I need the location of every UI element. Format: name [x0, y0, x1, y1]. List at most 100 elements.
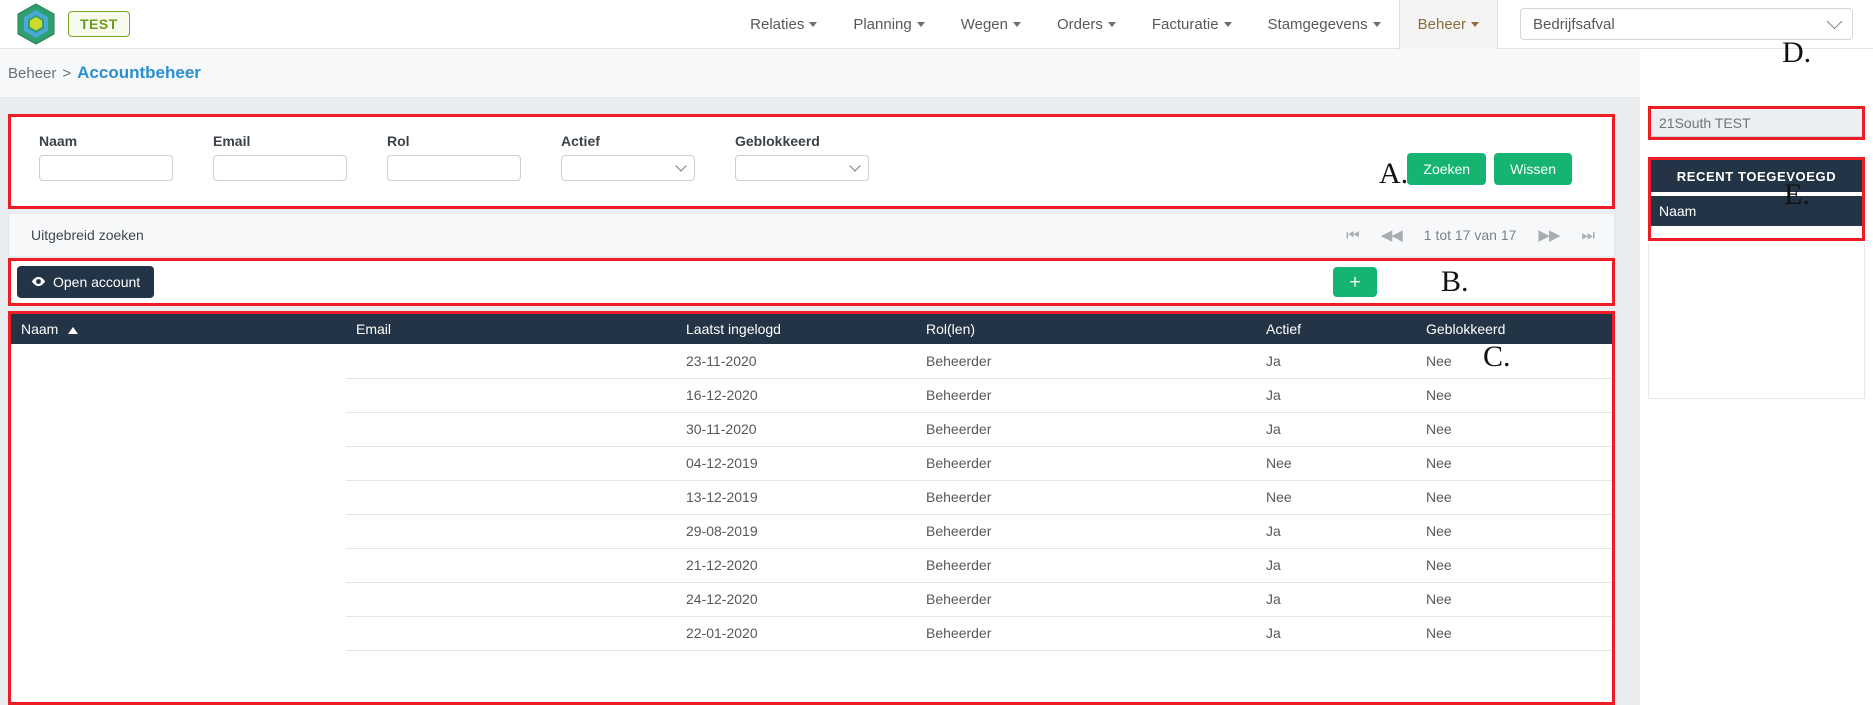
annotation-marker-a: A. [1379, 157, 1409, 190]
cell-rollen: Beheerder [916, 412, 1256, 447]
column-header-laatst-ingelogd[interactable]: Laatst ingelogd [676, 314, 916, 344]
cell-actief: Ja [1256, 514, 1416, 549]
filter-select-actief[interactable] [561, 155, 695, 181]
column-header-geblokkeerd[interactable]: Geblokkeerd [1416, 314, 1612, 344]
column-header-naam[interactable]: Naam [11, 314, 346, 344]
cell-naam [11, 582, 346, 616]
cell-email [346, 412, 676, 447]
add-account-button[interactable]: + [1333, 267, 1377, 297]
top-navigation-bar: TEST Relaties Planning Wegen Orders Fact… [0, 0, 1873, 49]
chevron-down-icon [809, 21, 818, 27]
cell-laatst-ingelogd: 30-11-2020 [676, 412, 916, 447]
clear-button[interactable]: Wissen [1494, 153, 1572, 185]
filter-label-geblokkeerd: Geblokkeerd [735, 133, 820, 149]
cell-geblokkeerd: Nee [1416, 378, 1612, 413]
table-header: Naam Email Laatst ingelogd Rol(len) Acti… [11, 314, 1612, 344]
pagination-next-icon[interactable]: ▶▶ [1538, 226, 1560, 244]
brand-area: TEST [0, 3, 130, 45]
filter-field-actief: Actief [561, 133, 695, 181]
table-row[interactable]: 29-08-2019 Beheerder Ja Nee [11, 514, 1612, 549]
pagination: ⏮ ◀◀ 1 tot 17 van 17 ▶▶ ⏭ [1346, 226, 1595, 245]
app-logo-icon[interactable] [16, 3, 56, 45]
table-row[interactable]: 24-12-2020 Beheerder Ja Nee [11, 582, 1612, 617]
open-account-button[interactable]: Open account [17, 266, 155, 298]
table-row[interactable]: 22-01-2020 Beheerder Ja Nee [11, 616, 1612, 651]
nav-item-beheer[interactable]: Beheer [1398, 0, 1498, 49]
nav-item-stamgegevens[interactable]: Stamgegevens [1250, 0, 1399, 49]
annotation-marker-d: D. [1782, 36, 1812, 69]
annotation-marker-c: C. [1483, 340, 1511, 373]
filter-label-rol: Rol [387, 133, 410, 149]
column-header-rollen[interactable]: Rol(len) [916, 314, 1256, 344]
column-header-email[interactable]: Email [346, 314, 676, 344]
cell-actief: Ja [1256, 548, 1416, 583]
filter-label-email: Email [213, 133, 251, 149]
search-button[interactable]: Zoeken [1407, 153, 1487, 185]
cell-email [346, 616, 676, 651]
filter-input-naam[interactable] [39, 155, 173, 181]
column-header-label: Naam [21, 321, 59, 337]
accounts-table: Naam Email Laatst ingelogd Rol(len) Acti… [11, 314, 1612, 651]
nav-item-orders[interactable]: Orders [1039, 0, 1134, 49]
cell-actief: Nee [1256, 480, 1416, 515]
pagination-first-icon[interactable]: ⏮ [1346, 227, 1359, 244]
breadcrumb-separator: > [62, 64, 72, 82]
cell-actief: Ja [1256, 344, 1416, 379]
chevron-down-icon [1223, 21, 1232, 27]
cell-rollen: Beheerder [916, 582, 1256, 617]
table-row[interactable]: 16-12-2020 Beheerder Ja Nee [11, 378, 1612, 413]
breadcrumb-root[interactable]: Beheer [8, 65, 56, 82]
chevron-down-icon [1013, 21, 1021, 27]
cell-actief: Ja [1256, 616, 1416, 651]
cell-laatst-ingelogd: 21-12-2020 [676, 548, 916, 583]
cell-naam [11, 514, 346, 548]
filter-input-rol[interactable] [387, 155, 521, 181]
pagination-last-icon[interactable]: ⏭ [1581, 227, 1594, 244]
filter-panel: Naam Email Rol Actief Geblokkeerd A. Zoe… [8, 114, 1615, 209]
cell-rollen: Beheerder [916, 514, 1256, 549]
cell-laatst-ingelogd: 13-12-2019 [676, 480, 916, 515]
cell-naam [11, 616, 346, 650]
nav-item-facturatie[interactable]: Facturatie [1134, 0, 1250, 49]
filter-actions: Zoeken Wissen [1407, 153, 1572, 185]
breadcrumb-right-spacer [1640, 49, 1873, 98]
cell-rollen: Beheerder [916, 446, 1256, 481]
cell-geblokkeerd: Nee [1416, 514, 1612, 549]
nav-item-label: Beheer [1417, 15, 1466, 33]
table-row[interactable]: 23-11-2020 Beheerder Ja Nee [11, 344, 1612, 379]
nav-item-relaties[interactable]: Relaties [732, 0, 835, 49]
cell-rollen: Beheerder [916, 616, 1256, 651]
recent-added-list [1651, 226, 1862, 238]
filter-input-email[interactable] [213, 155, 347, 181]
chevron-down-icon [1826, 13, 1843, 30]
nav-item-label: Relaties [750, 15, 805, 33]
table-row[interactable]: 21-12-2020 Beheerder Ja Nee [11, 548, 1612, 583]
cell-rollen: Beheerder [916, 480, 1256, 515]
main-menu: Relaties Planning Wegen Orders Facturati… [732, 0, 1498, 49]
cell-geblokkeerd: Nee [1416, 548, 1612, 583]
pagination-prev-icon[interactable]: ◀◀ [1381, 226, 1403, 244]
cell-rollen: Beheerder [916, 548, 1256, 583]
sidebar-search-field[interactable]: 21South TEST [1648, 106, 1865, 140]
table-row[interactable]: 30-11-2020 Beheerder Ja Nee [11, 412, 1612, 447]
table-row[interactable]: 13-12-2019 Beheerder Nee Nee [11, 480, 1612, 515]
main-content: Naam Email Rol Actief Geblokkeerd A. Zoe… [0, 98, 1640, 705]
nav-item-planning[interactable]: Planning [835, 0, 942, 49]
cell-laatst-ingelogd: 04-12-2019 [676, 446, 916, 481]
cell-naam [11, 378, 346, 412]
chevron-down-icon [1372, 21, 1381, 27]
filter-fields: Naam Email Rol Actief Geblokkeerd [39, 133, 909, 181]
app-root: TEST Relaties Planning Wegen Orders Fact… [0, 0, 1873, 705]
column-header-actief[interactable]: Actief [1256, 314, 1416, 344]
advanced-search-bar: Uitgebreid zoeken ⏮ ◀◀ 1 tot 17 van 17 ▶… [8, 214, 1615, 256]
filter-select-geblokkeerd[interactable] [735, 155, 869, 181]
recent-added-panel: RECENT TOEGEVOEGD Naam [1648, 157, 1865, 241]
nav-item-wegen[interactable]: Wegen [943, 0, 1039, 49]
cell-actief: Nee [1256, 446, 1416, 481]
cell-email [346, 344, 676, 379]
cell-laatst-ingelogd: 29-08-2019 [676, 514, 916, 549]
eye-icon [31, 274, 46, 290]
cell-geblokkeerd: Nee [1416, 582, 1612, 617]
table-row[interactable]: 04-12-2019 Beheerder Nee Nee [11, 446, 1612, 481]
advanced-search-link[interactable]: Uitgebreid zoeken [31, 227, 144, 243]
